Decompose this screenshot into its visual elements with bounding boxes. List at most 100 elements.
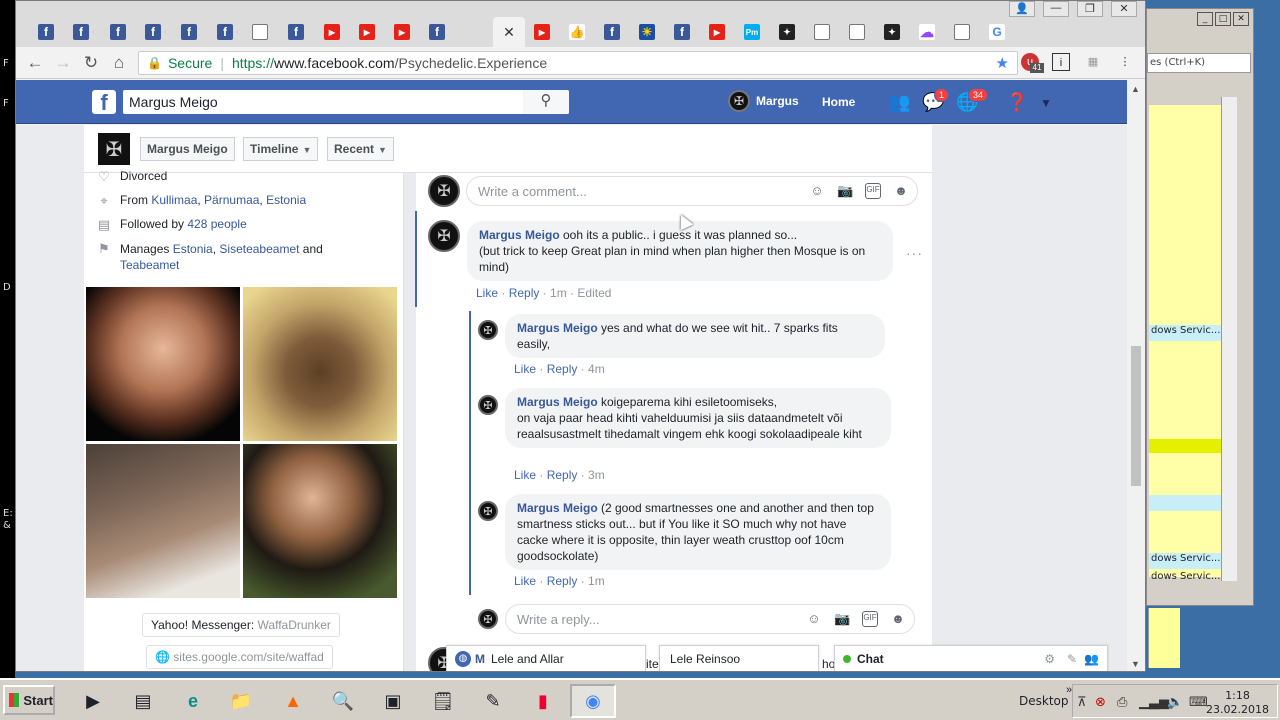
more-options-icon[interactable]: ··· (906, 245, 923, 261)
reply-link[interactable]: Reply (547, 574, 578, 588)
tab-document[interactable] (946, 17, 978, 47)
help-icon[interactable]: ❓ (1006, 92, 1028, 113)
profile-photo[interactable] (243, 444, 397, 598)
group-chat-icon[interactable]: 👥 (1084, 652, 1099, 666)
tab-youtube[interactable]: ▶ (351, 17, 383, 47)
tab-youtube[interactable]: ▶ (526, 17, 558, 47)
reply-author[interactable]: Margus Meigo (517, 395, 598, 409)
list-item[interactable]: dows Servic... (1149, 553, 1221, 569)
emoji-icon[interactable]: ☺ (806, 611, 822, 627)
tab-game[interactable]: ✦ (876, 17, 908, 47)
background-search-input[interactable]: es (Ctrl+K) (1147, 53, 1251, 73)
list-item[interactable]: dows Servic... (1149, 571, 1221, 587)
info-extension-icon[interactable]: i (1052, 53, 1070, 71)
gif-icon[interactable]: GIF (862, 611, 878, 627)
list-item[interactable]: dows Servic... (1149, 325, 1221, 341)
browser-e-icon[interactable]: e (170, 684, 216, 718)
place-link[interactable]: Estonia (266, 193, 306, 207)
yahoo-messenger-badge[interactable]: Yahoo! Messenger: WaffaDrunker (142, 613, 340, 637)
tab-facebook[interactable]: f (137, 17, 169, 47)
terminal-icon[interactable]: ▣ (370, 684, 416, 718)
place-link[interactable]: Pärnumaa (204, 193, 259, 207)
emoji-icon[interactable]: ☺ (809, 183, 825, 199)
reload-icon[interactable]: ↻ (80, 53, 102, 73)
menu-icon[interactable]: ⋮ (1116, 53, 1134, 71)
place-link[interactable]: Kullimaa (151, 193, 197, 207)
vlc-icon[interactable]: ▲ (270, 684, 316, 718)
write-reply-input[interactable]: Write a reply... ☺ 📷 GIF ☻ (505, 604, 915, 634)
notifications-icon[interactable]: 🌐 34 (956, 88, 989, 113)
tab-active[interactable]: ✕ (493, 17, 525, 47)
profile-photo[interactable] (243, 287, 397, 441)
scroll-thumb[interactable] (1131, 346, 1141, 486)
gif-icon[interactable]: GIF (865, 183, 881, 199)
folder-icon[interactable]: 📁 (218, 684, 264, 718)
tab-game[interactable]: ✦ (771, 17, 803, 47)
tab-youtube[interactable]: ▶ (386, 17, 418, 47)
volume-icon[interactable]: 🔈 (1167, 694, 1183, 710)
chat-tab-lele-reinsoo[interactable]: Lele Reinsoo (659, 645, 819, 671)
chat-tab-lele-allar[interactable]: ◍ M Lele and Allar (446, 645, 646, 671)
profile-photo[interactable] (86, 444, 240, 598)
reply-author[interactable]: Margus Meigo (517, 501, 598, 515)
tab-facebook[interactable]: f (209, 17, 241, 47)
camera-icon[interactable]: 📷 (837, 183, 853, 199)
tab-document[interactable] (244, 17, 276, 47)
page-link[interactable]: Estonia (173, 242, 213, 256)
background-window[interactable]: _ □ ✕ es (Ctrl+K) dows Servic... dows Se… (1146, 8, 1254, 606)
reply-link[interactable]: Reply (547, 362, 578, 376)
notepad-plus-icon[interactable]: ✎ (470, 684, 516, 718)
tab-pm[interactable]: Pm (736, 17, 768, 47)
sticker-icon[interactable]: ☻ (893, 183, 909, 199)
minimize-icon[interactable]: — (1043, 1, 1069, 17)
chevron-down-icon[interactable]: ▼ (1040, 96, 1052, 110)
tab-facebook[interactable]: f (280, 17, 312, 47)
like-link[interactable]: Like (514, 574, 536, 588)
tab-facebook[interactable]: f (596, 17, 628, 47)
restore-icon[interactable]: ❐ (1077, 1, 1103, 17)
profile-link[interactable]: Margus (728, 90, 799, 112)
tab-document[interactable] (806, 17, 838, 47)
chat-sidebar-tab[interactable]: Chat ⚙ ✎ 👥 (834, 645, 1108, 671)
facebook-logo-icon[interactable]: f (92, 90, 116, 115)
home-link[interactable]: Home (822, 95, 855, 109)
comment-author[interactable]: Margus Meigo (479, 228, 560, 242)
maximize-icon[interactable]: □ (1215, 12, 1231, 26)
background-scrollbar[interactable] (1221, 97, 1237, 581)
printer-icon[interactable]: ⎙ (1117, 694, 1127, 710)
tab-google[interactable]: G (981, 17, 1013, 47)
tab-twitch[interactable]: ☁ (911, 17, 943, 47)
desktop-toolbar-label[interactable]: Desktop (1019, 694, 1069, 708)
tab-sun[interactable]: ☀ (631, 17, 663, 47)
scroll-down-icon[interactable]: ▼ (1131, 659, 1140, 669)
language-icon[interactable]: ⌨ (1189, 694, 1208, 710)
network-error-icon[interactable]: ⊗ (1095, 694, 1106, 710)
notes-icon[interactable]: 🗒 (420, 684, 466, 718)
timeline-button[interactable]: Timeline ▼ (243, 137, 319, 161)
signal-icon[interactable]: ▁▃▅ (1139, 694, 1169, 710)
profile-photo[interactable] (86, 287, 240, 441)
tab-like[interactable]: 👍 (561, 17, 593, 47)
explorer-window-icon[interactable]: ▤ (120, 684, 166, 718)
search-icon[interactable]: ⚲ (523, 90, 569, 114)
messenger-icon[interactable]: 💬 1 (922, 88, 950, 113)
tab-facebook[interactable]: f (102, 17, 134, 47)
new-message-icon[interactable]: ✎ (1067, 652, 1077, 666)
like-link[interactable]: Like (514, 468, 536, 482)
page-scrollbar[interactable]: ▲ ▼ (1127, 80, 1145, 671)
address-bar[interactable]: 🔒 Secure | https:// www.facebook.com /Ps… (138, 51, 1018, 75)
office-icon[interactable]: ▮ (520, 684, 566, 718)
tab-document[interactable] (841, 17, 873, 47)
chrome-icon[interactable]: ◉ (570, 684, 616, 718)
reply-author[interactable]: Margus Meigo (517, 321, 598, 335)
like-link[interactable]: Like (476, 286, 498, 300)
scroll-up-icon[interactable]: ▲ (1131, 84, 1140, 94)
sticker-icon[interactable]: ☻ (890, 611, 906, 627)
camera-icon[interactable]: 📷 (834, 611, 850, 627)
magnifier-icon[interactable]: 🔍 (320, 684, 366, 718)
home-icon[interactable]: ⌂ (108, 53, 130, 73)
tab-facebook[interactable]: f (421, 17, 453, 47)
close-icon[interactable]: ✕ (1111, 1, 1137, 17)
gear-icon[interactable]: ⚙ (1044, 652, 1055, 666)
write-comment-input[interactable]: Write a comment... ☺ 📷 GIF ☻ (466, 176, 918, 206)
